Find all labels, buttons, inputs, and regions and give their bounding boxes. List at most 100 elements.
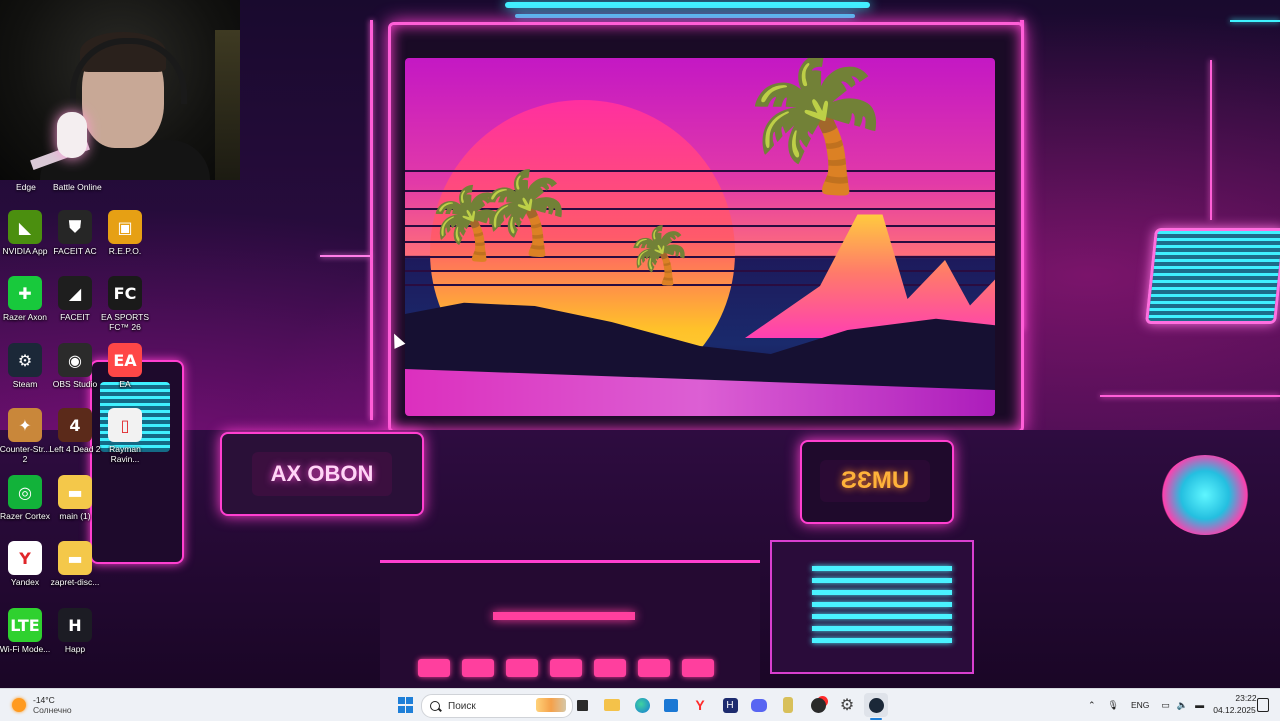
start-button[interactable] <box>396 696 414 714</box>
yandex-icon[interactable]: Y <box>688 693 712 717</box>
desktop-icon[interactable]: 4 Left 4 Dead 2 <box>47 408 103 454</box>
app-icon: H <box>58 608 92 642</box>
desktop-icon[interactable]: ▬ main (1) <box>47 475 103 521</box>
console-right: ƧƐMU <box>800 440 954 524</box>
key <box>418 659 450 677</box>
palm-tree: 🌴 <box>625 224 694 286</box>
desktop-icon[interactable]: ▬ zapret-disc... <box>47 541 103 587</box>
clock-date[interactable]: 04.12.2025 <box>1212 705 1257 715</box>
desktop-icon[interactable]: ▯ Rayman Ravin... <box>97 408 153 464</box>
neon-bar <box>515 14 855 18</box>
weather-temperature: -14°C <box>33 695 55 705</box>
key <box>550 659 582 677</box>
discord-icon[interactable] <box>747 693 771 717</box>
desktop-icon[interactable]: ◉ OBS Studio <box>47 343 103 389</box>
console-right-text: ƧƐMU <box>820 460 930 502</box>
app-icon: LTE <box>8 608 42 642</box>
neon-line <box>370 20 373 420</box>
app-icon: Y <box>8 541 42 575</box>
desktop-icon[interactable]: ◎ Razer Cortex <box>0 475 53 521</box>
palm-tree: 🌴 <box>735 58 897 196</box>
desktop-icon-label: FACEIT <box>60 312 90 322</box>
desktop-icon[interactable]: EA EA <box>97 343 153 389</box>
desktop-label-battle-online[interactable]: Battle Online <box>53 182 102 192</box>
notification-icon[interactable] <box>1257 698 1269 712</box>
app-icon: ▯ <box>108 408 142 442</box>
sunset-scene: 🌴 🌴 🌴 🌴 <box>405 58 995 416</box>
neon-lamp <box>1160 455 1250 535</box>
key <box>462 659 494 677</box>
sun-icon <box>12 698 26 712</box>
file-explorer-icon[interactable] <box>600 693 624 717</box>
neon-slit <box>493 612 635 620</box>
desktop-label-edge[interactable]: Edge <box>16 182 36 192</box>
desktop-icon[interactable]: H Happ <box>47 608 103 654</box>
console-left-text: AX OBON <box>252 452 392 496</box>
app-icon: ✚ <box>8 276 42 310</box>
windows-logo-icon <box>397 697 405 704</box>
volume-icon[interactable]: 🔈 <box>1177 700 1188 711</box>
key <box>638 659 670 677</box>
tower-vent <box>812 590 952 595</box>
steam-icon[interactable] <box>864 693 888 717</box>
search-icon <box>430 701 440 711</box>
desktop-icon-label: Left 4 Dead 2 <box>49 444 101 454</box>
tower-vent <box>812 614 952 619</box>
desktop-icon[interactable]: ⛊ FACEIT AC <box>47 210 103 256</box>
desktop-icon-label: Yandex <box>10 577 40 587</box>
keyboard-graphic <box>380 560 760 688</box>
desktop-icon[interactable]: FC EA SPORTS FC™ 26 <box>97 276 153 332</box>
console-left: AX OBON <box>220 432 424 516</box>
battery-icon[interactable]: ▬ <box>1195 700 1204 710</box>
app-icon: EA <box>108 343 142 377</box>
app-icon: ◎ <box>8 475 42 509</box>
search-input[interactable]: Поиск <box>421 694 573 718</box>
settings-icon[interactable]: ⚙ <box>835 693 859 717</box>
happ-icon[interactable]: H <box>718 693 742 717</box>
weather-widget[interactable]: -14°C Солнечно <box>12 693 72 717</box>
neon-bar <box>505 2 870 8</box>
background-light <box>215 30 240 180</box>
network-icon[interactable]: ▭ <box>1161 700 1170 711</box>
app-icon: 4 <box>58 408 92 442</box>
desktop-icon-label: main (1) <box>59 511 91 521</box>
key <box>682 659 714 677</box>
desktop-icon[interactable]: Y Yandex <box>0 541 53 587</box>
desktop-icon-label: Happ <box>64 644 86 654</box>
computer-tower <box>770 540 974 674</box>
key <box>506 659 538 677</box>
app-icon: ▬ <box>58 541 92 575</box>
desktop-icon[interactable]: ◣ NVIDIA App <box>0 210 53 256</box>
store-icon[interactable] <box>659 693 683 717</box>
vpn-icon[interactable] <box>776 693 800 717</box>
chevron-up-icon[interactable]: ⌃ <box>1088 700 1096 711</box>
desktop-icon-label: FACEIT AC <box>53 246 97 256</box>
desktop-icon-label: Rayman Ravin... <box>109 444 141 464</box>
desktop-icon[interactable]: ✚ Razer Axon <box>0 276 53 322</box>
app-icon[interactable] <box>806 693 830 717</box>
desktop-icon-label: Wi-Fi Mode... <box>0 644 51 654</box>
app-icon: ▣ <box>108 210 142 244</box>
desktop-icon-label: OBS Studio <box>52 379 98 389</box>
edge-icon[interactable] <box>630 693 654 717</box>
tower-vent <box>812 626 952 631</box>
desktop-icon[interactable]: ✦ Counter-Str... 2 <box>0 408 53 464</box>
tower-vent <box>812 602 952 607</box>
desktop-icon[interactable]: ◢ FACEIT <box>47 276 103 322</box>
desktop-icon[interactable]: LTE Wi-Fi Mode... <box>0 608 53 654</box>
system-tray: ⌃ 🎙 ENG ▭ 🔈 ▬ <box>1088 689 1204 721</box>
search-highlight-image <box>536 698 566 712</box>
microphone-icon[interactable]: 🎙 <box>1108 700 1119 711</box>
desktop-icon[interactable]: ▣ R.E.P.O. <box>97 210 153 256</box>
windows-logo-icon <box>405 706 413 713</box>
app-icon: ◢ <box>58 276 92 310</box>
app-icon: ◉ <box>58 343 92 377</box>
key <box>594 659 626 677</box>
desktop-icon-label: zapret-disc... <box>50 577 100 587</box>
desktop-icon-label: EA SPORTS FC™ 26 <box>100 312 150 332</box>
palm-tree: 🌴 <box>475 168 575 257</box>
desktop-icon-label: R.E.P.O. <box>108 246 142 256</box>
language-indicator[interactable]: ENG <box>1131 700 1149 710</box>
desktop-icon[interactable]: ⚙ Steam <box>0 343 53 389</box>
task-view-icon[interactable] <box>570 693 594 717</box>
